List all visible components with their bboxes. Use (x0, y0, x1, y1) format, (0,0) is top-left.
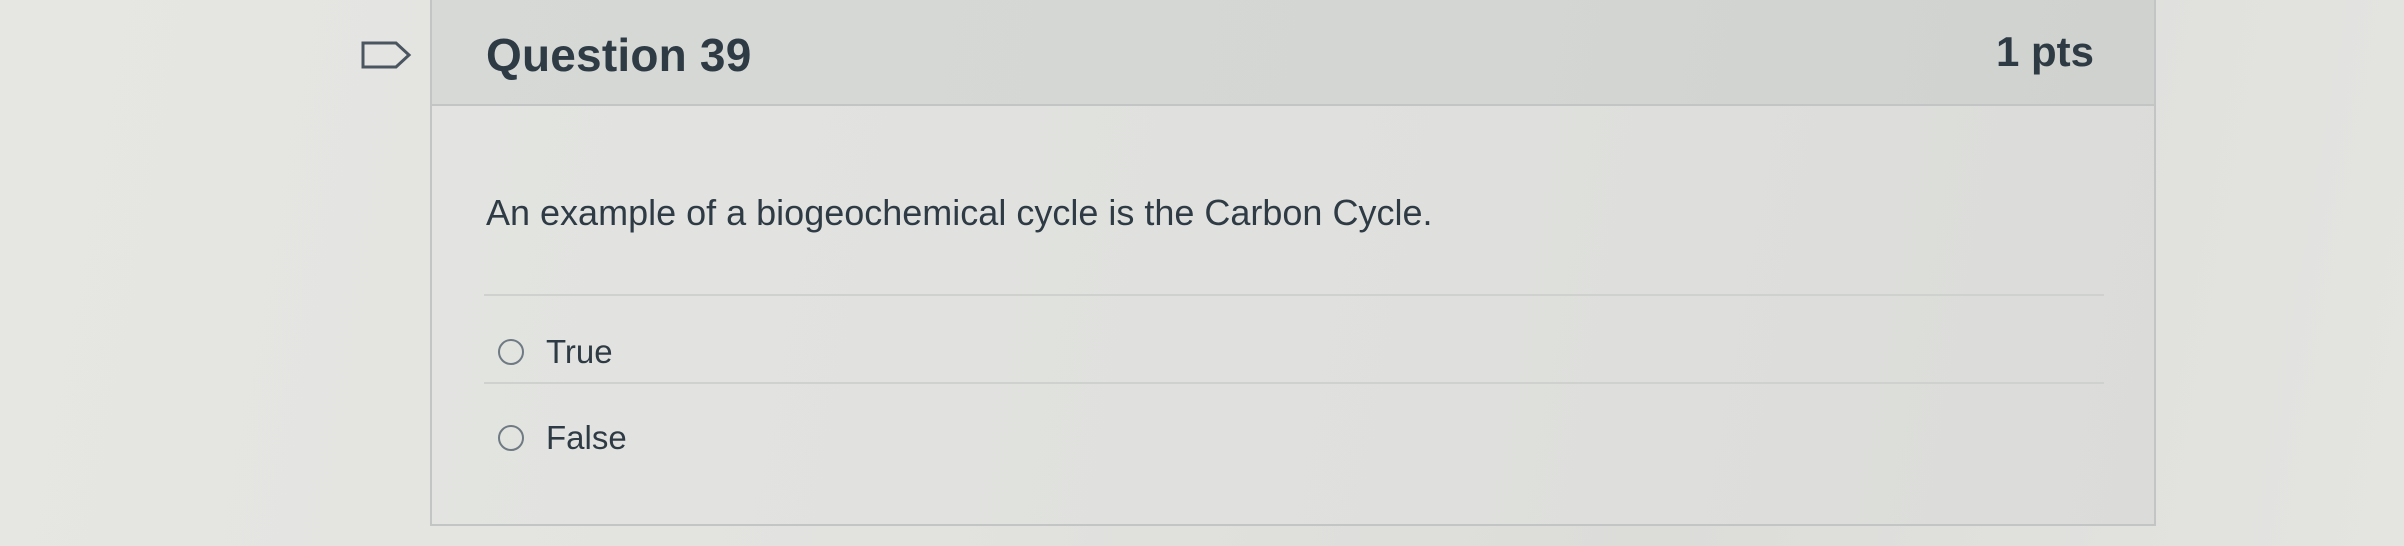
answers-divider-top (484, 294, 2104, 296)
question-text: An example of a biogeochemical cycle is … (486, 192, 1433, 233)
question-title: Question 39 (486, 29, 752, 81)
radio-button-true[interactable] (498, 339, 524, 365)
answer-option-true[interactable]: True (498, 332, 613, 372)
question-points: 1 pts (1995, 28, 2094, 75)
answer-option-false[interactable]: False (498, 418, 627, 458)
question-header: Question 39 1 pts (432, 0, 2154, 106)
answer-label-false: False (546, 419, 627, 456)
question-card: Question 39 1 pts An example of a biogeo… (430, 0, 2156, 526)
answers-divider (484, 382, 2104, 384)
answer-label-true: True (546, 333, 613, 370)
flag-question-icon[interactable] (360, 40, 412, 70)
radio-button-false[interactable] (498, 425, 524, 451)
